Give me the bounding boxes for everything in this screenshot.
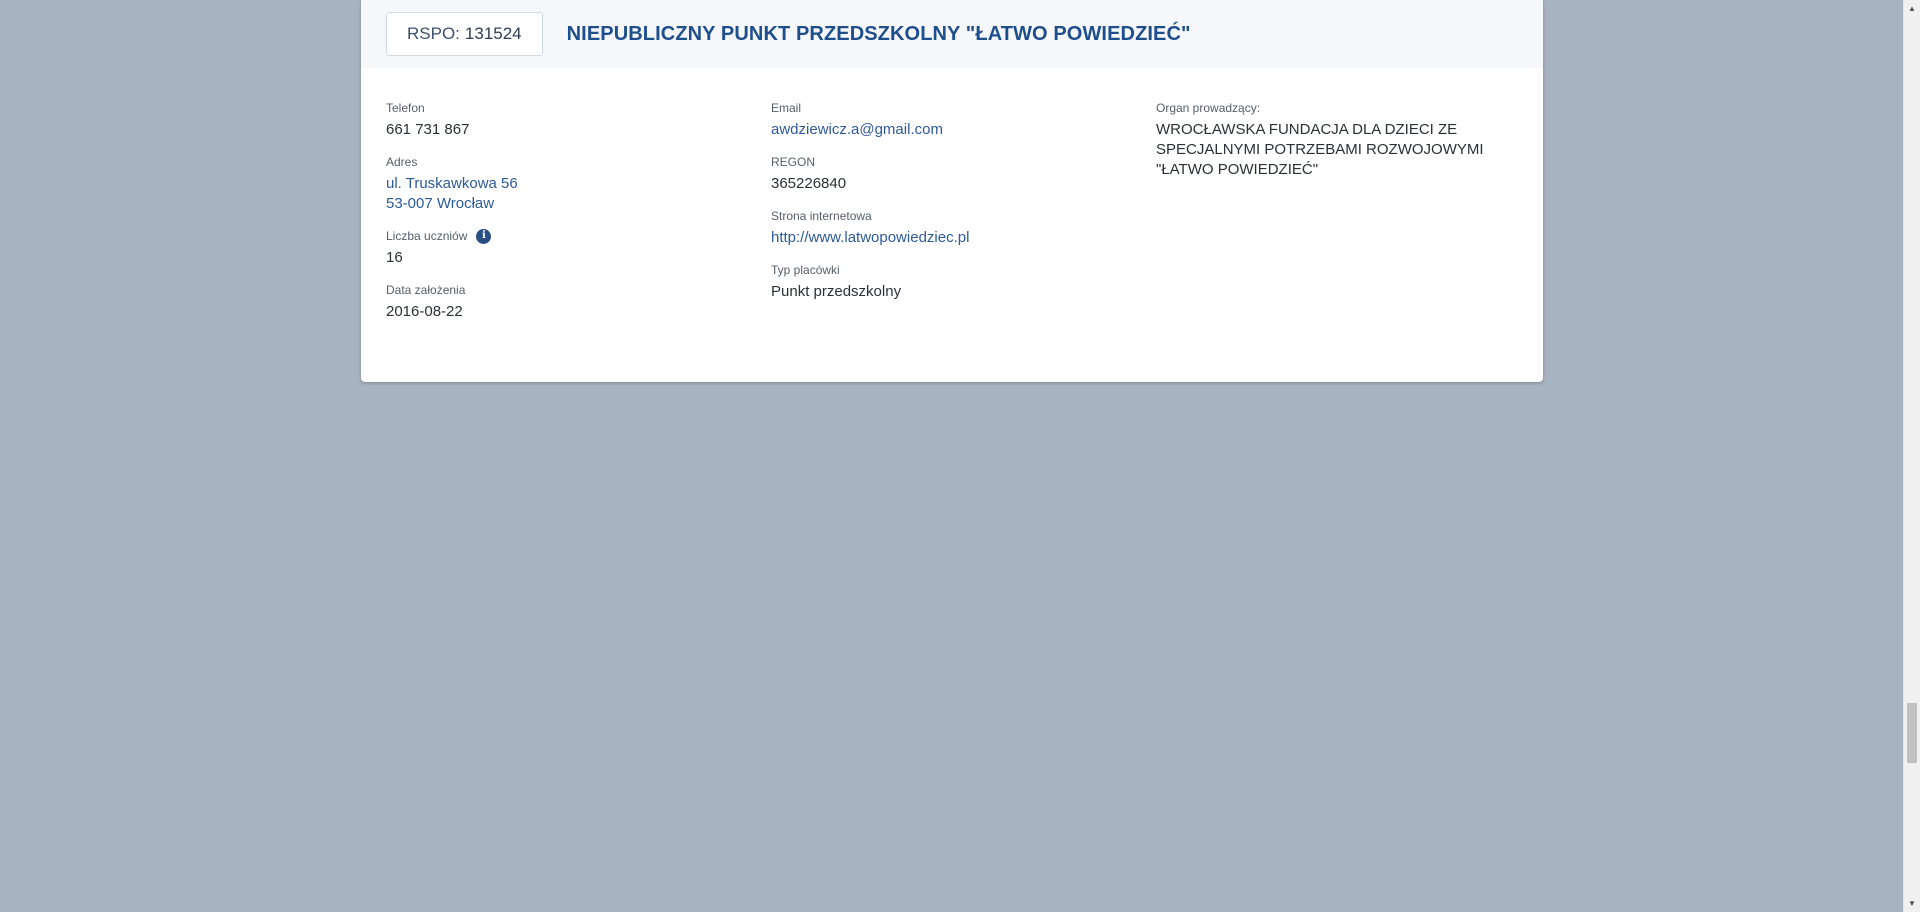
- field-telefon: Telefon 661 731 867: [386, 100, 746, 140]
- telefon-value: 661 731 867: [386, 121, 470, 138]
- email-link[interactable]: awdziewicz.a@gmail.com: [771, 120, 1131, 140]
- liczba-uczniow-label-row: Liczba uczniów i: [386, 228, 746, 244]
- organ-line-1: WROCŁAWSKA FUNDACJA DLA DZIECI ZE: [1156, 121, 1458, 138]
- triangle-down-icon[interactable]: ▼: [1904, 895, 1920, 912]
- adres-label: Adres: [386, 155, 418, 169]
- details-column-1: Telefon 661 731 867 Adres ul. Truskawkow…: [386, 100, 746, 336]
- rspo-label: RSPO:: [407, 24, 460, 43]
- organ-value: WROCŁAWSKA FUNDACJA DLA DZIECI ZE SPECJA…: [1156, 120, 1486, 180]
- adres-link[interactable]: ul. Truskawkowa 56 53-007 Wrocław: [386, 174, 746, 214]
- field-strona: Strona internetowa http://www.latwopowie…: [771, 208, 1131, 248]
- field-email: Email awdziewicz.a@gmail.com: [771, 100, 1131, 140]
- rspo-badge: RSPO: 131524: [386, 12, 543, 56]
- field-organ: Organ prowadzący: WROCŁAWSKA FUNDACJA DL…: [1156, 100, 1486, 180]
- triangle-up-icon[interactable]: ▲: [1904, 0, 1920, 17]
- regon-label: REGON: [771, 155, 816, 169]
- details-column-3: Organ prowadzący: WROCŁAWSKA FUNDACJA DL…: [1156, 100, 1486, 194]
- email-label: Email: [771, 101, 802, 115]
- telefon-label: Telefon: [386, 101, 425, 115]
- typ-label: Typ placówki: [771, 263, 840, 277]
- organ-line-2: SPECJALNYMI POTRZEBAMI ROZWOJOWYMI: [1156, 141, 1484, 158]
- info-icon[interactable]: i: [476, 228, 492, 244]
- liczba-uczniow-value: 16: [386, 249, 403, 266]
- page: RSPO: 131524 NIEPUBLICZNY PUNKT PRZEDSZK…: [0, 0, 1920, 912]
- organ-line-3: "ŁATWO POWIEDZIEĆ": [1156, 161, 1319, 178]
- field-typ: Typ placówki Punkt przedszkolny: [771, 262, 1131, 302]
- typ-value: Punkt przedszkolny: [771, 283, 902, 300]
- card-header: RSPO: 131524 NIEPUBLICZNY PUNKT PRZEDSZK…: [361, 0, 1543, 68]
- field-adres: Adres ul. Truskawkowa 56 53-007 Wrocław: [386, 154, 746, 214]
- field-liczba-uczniow: Liczba uczniów i 16: [386, 228, 746, 268]
- rspo-value: 131524: [464, 24, 522, 43]
- strona-label: Strona internetowa: [771, 209, 872, 223]
- adres-line-2: 53-007 Wrocław: [386, 195, 495, 212]
- vertical-scrollbar[interactable]: ▲ ▼: [1903, 0, 1920, 912]
- school-name: NIEPUBLICZNY PUNKT PRZEDSZKOLNY "ŁATWO P…: [566, 22, 1191, 45]
- regon-value: 365226840: [771, 175, 847, 192]
- liczba-uczniow-label: Liczba uczniów: [386, 229, 468, 243]
- field-regon: REGON 365226840: [771, 154, 1131, 194]
- card-body: Telefon 661 731 867 Adres ul. Truskawkow…: [361, 68, 1543, 382]
- scrollbar-thumb[interactable]: [1907, 703, 1917, 763]
- field-data-zalozenia: Data założenia 2016-08-22: [386, 282, 746, 322]
- organ-label: Organ prowadzący:: [1156, 101, 1261, 115]
- data-zalozenia-value: 2016-08-22: [386, 303, 463, 320]
- details-column-2: Email awdziewicz.a@gmail.com REGON 36522…: [771, 100, 1131, 316]
- school-card: RSPO: 131524 NIEPUBLICZNY PUNKT PRZEDSZK…: [361, 0, 1543, 382]
- website-link[interactable]: http://www.latwopowiedziec.pl: [771, 228, 1131, 248]
- data-zalozenia-label: Data założenia: [386, 283, 466, 297]
- adres-line-1: ul. Truskawkowa 56: [386, 175, 518, 192]
